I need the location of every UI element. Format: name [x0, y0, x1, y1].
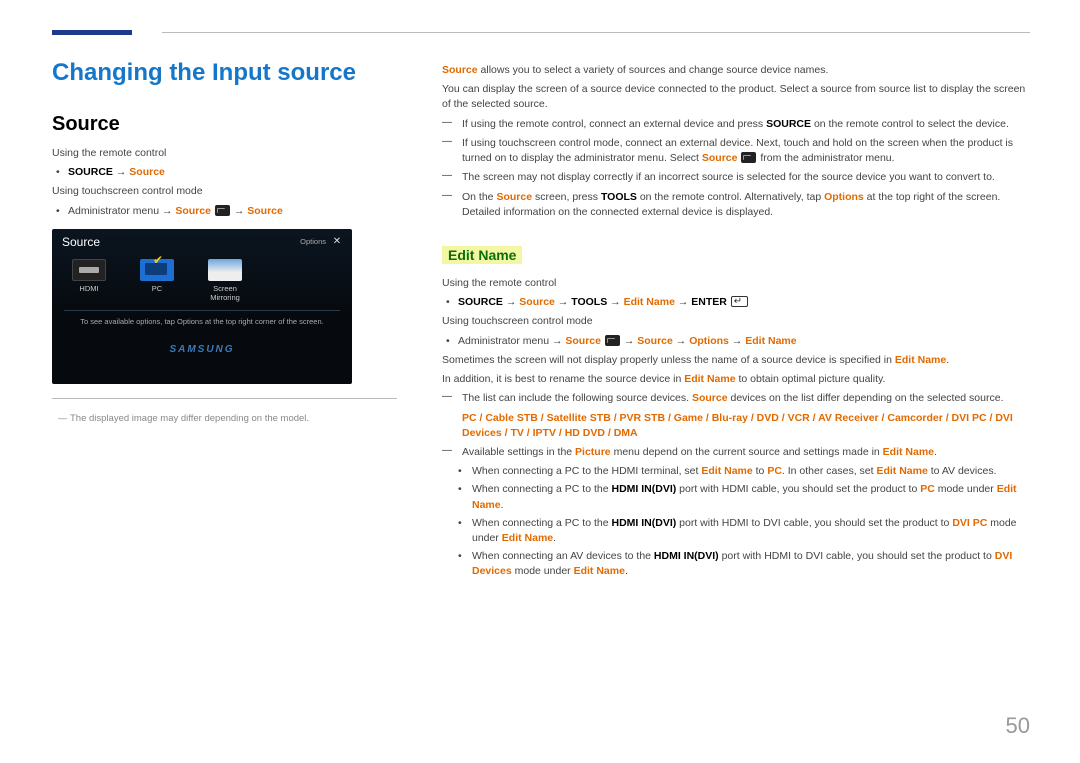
touch-path: Administrator menu → Source → Source	[52, 204, 397, 219]
en-using-touch: Using touchscreen control mode	[442, 314, 1030, 329]
check-icon: ✔	[153, 253, 163, 267]
intro-p2: You can display the screen of a source d…	[442, 82, 1030, 112]
listcan-line: The list can include the following sourc…	[442, 391, 1030, 441]
en-using-remote: Using the remote control	[442, 276, 1030, 291]
source-item-screen-mirroring[interactable]: Screen Mirroring	[202, 259, 248, 302]
intro-line: Source allows you to select a variety of…	[442, 63, 1030, 78]
source-icon	[741, 152, 756, 163]
sub1: When connecting a PC to the HDMI termina…	[442, 464, 1030, 479]
source-heading: Source	[52, 113, 397, 136]
panel-options[interactable]: Options	[300, 237, 326, 246]
sometimes-line: Sometimes the screen will not display pr…	[442, 353, 1030, 368]
edit-name-heading: Edit Name	[442, 246, 522, 264]
dash-remote: If using the remote control, connect an …	[442, 117, 1030, 132]
dash-touch: If using touchscreen control mode, conne…	[442, 136, 1030, 166]
left-column: Changing the Input source Source Using t…	[52, 59, 397, 583]
source-item-hdmi[interactable]: HDMI	[66, 259, 112, 302]
right-column: Source allows you to select a variety of…	[442, 59, 1030, 583]
dash-tools: On the Source screen, press TOOLS on the…	[442, 190, 1030, 220]
model-footnote: The displayed image may differ depending…	[52, 413, 397, 424]
content-columns: Changing the Input source Source Using t…	[52, 59, 1030, 583]
close-icon[interactable]: ✕	[332, 237, 342, 247]
enter-icon	[731, 296, 748, 307]
samsung-logo: SAMSUNG	[52, 344, 352, 355]
dash-incorrect: The screen may not display correctly if …	[442, 170, 1030, 185]
page-number: 50	[1006, 713, 1030, 739]
en-touch-path: Administrator menu → Source → Source → O…	[442, 334, 1030, 349]
left-divider	[52, 398, 397, 399]
source-panel: Source Options ✕ ✔ HDMI PC Screen	[52, 229, 352, 384]
remote-path: SOURCE → Source	[52, 165, 397, 180]
sub4: When connecting an AV devices to the HDM…	[442, 549, 1030, 579]
panel-hint: To see available options, tap Options at…	[52, 317, 352, 326]
device-list: PC / Cable STB / Satellite STB / PVR STB…	[462, 411, 1030, 441]
accent-bar	[52, 30, 132, 35]
sub3: When connecting a PC to the HDMI IN(DVI)…	[442, 516, 1030, 546]
sub2: When connecting a PC to the HDMI IN(DVI)…	[442, 482, 1030, 512]
divider-line	[162, 32, 1030, 33]
using-touch-label: Using touchscreen control mode	[52, 184, 397, 199]
source-icon	[605, 335, 620, 346]
avail-line: Available settings in the Picture menu d…	[442, 445, 1030, 460]
en-remote-path: SOURCE → Source → TOOLS → Edit Name → EN…	[442, 295, 1030, 310]
inaddition-line: In addition, it is best to rename the so…	[442, 372, 1030, 387]
screen-mirroring-icon	[208, 259, 242, 281]
page-title: Changing the Input source	[52, 59, 397, 87]
top-rule	[52, 30, 1030, 35]
hdmi-icon	[72, 259, 106, 281]
panel-title: Source	[62, 235, 100, 249]
source-icon	[215, 205, 230, 216]
using-remote-label: Using the remote control	[52, 146, 397, 161]
